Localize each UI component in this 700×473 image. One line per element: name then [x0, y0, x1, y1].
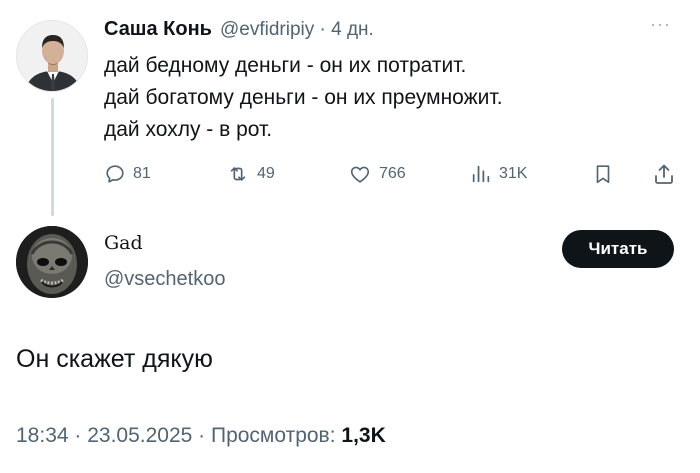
parent-tweet-line: дай бедному деньги - он их потратит. — [104, 54, 467, 77]
bookmark-action[interactable] — [592, 158, 614, 190]
parent-author-avatar[interactable] — [16, 20, 88, 92]
reply-icon — [106, 165, 124, 183]
reply-action[interactable]: 81 — [104, 158, 151, 190]
like-action[interactable]: 766 — [348, 158, 406, 190]
parent-tweet-text: дай бедному деньги - он их потратит. дай… — [104, 50, 664, 146]
reply-tweet-text: Он скажет дякую — [16, 345, 213, 373]
parent-author-handle-time[interactable]: @evfidripiy · 4 дн. — [220, 19, 374, 41]
retweet-action[interactable]: 49 — [226, 158, 275, 190]
tweet-views-count: 1,3K — [341, 424, 386, 447]
parent-tweet-actions: 81 49 766 31K — [104, 158, 684, 190]
views-count: 31K — [499, 165, 528, 182]
views-icon — [472, 165, 490, 183]
follow-button[interactable]: Читать — [562, 230, 674, 268]
tweet-meta: 18:34 · 23.05.2025 · Просмотров: 1,3K — [16, 424, 386, 448]
creature-avatar-image — [16, 226, 88, 298]
reply-author-name[interactable]: Gad — [104, 232, 143, 254]
thread-connector-line — [51, 98, 54, 216]
parent-author-name[interactable]: Саша Конь — [104, 18, 212, 41]
tweet-timestamp[interactable]: 18:34 · 23.05.2025 · Просмотров: — [16, 424, 341, 447]
share-icon — [655, 164, 673, 184]
like-icon — [350, 166, 370, 183]
person-avatar-image — [17, 21, 87, 91]
views-action[interactable]: 31K — [470, 158, 527, 190]
reply-count: 81 — [133, 165, 151, 182]
parent-tweet-line: дай хохлу - в рот. — [104, 118, 273, 141]
retweet-icon — [230, 167, 246, 181]
bookmark-icon — [596, 165, 610, 184]
like-count: 766 — [379, 165, 406, 182]
share-action[interactable] — [652, 158, 676, 190]
parent-tweet-header: Саша Конь @evfidripiy · 4 дн. — [104, 18, 374, 48]
more-icon[interactable]: ··· — [650, 14, 671, 35]
reply-author-handle[interactable]: @vsechetkoo — [104, 268, 225, 291]
reply-author-avatar[interactable] — [16, 226, 88, 298]
retweet-count: 49 — [257, 165, 275, 182]
parent-tweet-line: дай богатому деньги - он их преумножит. — [104, 86, 503, 109]
